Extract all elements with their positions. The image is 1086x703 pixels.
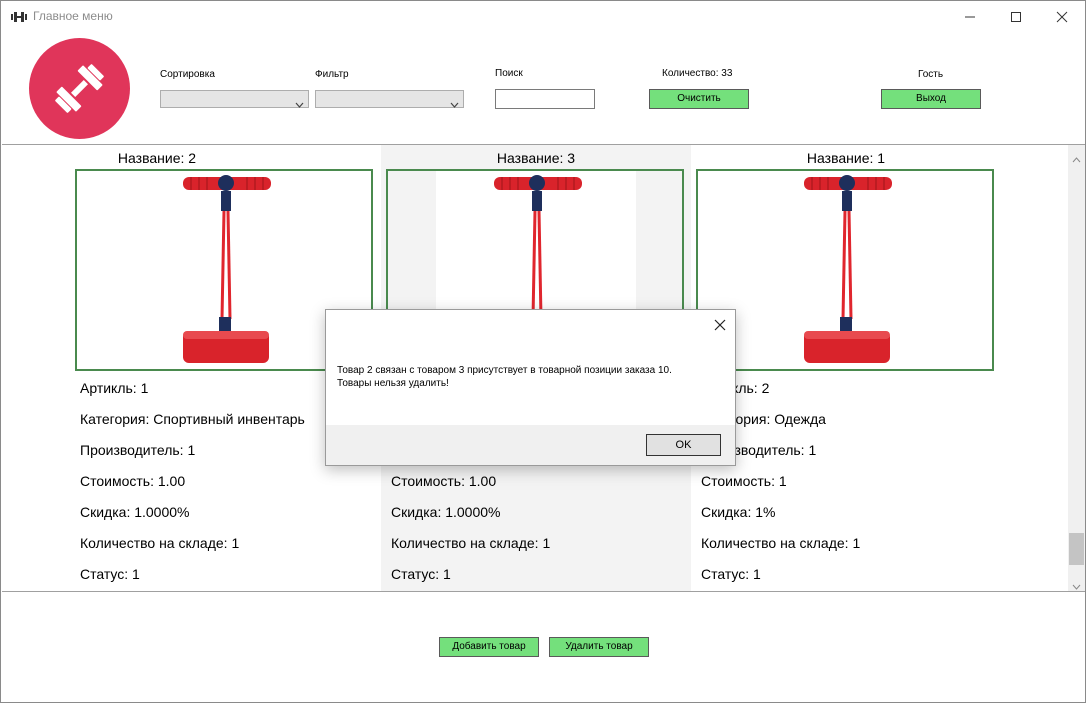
dumbbell-logo-icon xyxy=(55,64,104,113)
product-card[interactable]: Название: 2 Артикль: 1 Категория: Спорти… xyxy=(2,145,373,591)
product-stock: Количество на складе: 1 xyxy=(391,535,551,551)
product-image xyxy=(696,169,994,371)
count-label: Количество: 33 xyxy=(662,68,733,79)
ok-button[interactable]: OK xyxy=(646,434,721,456)
chevron-down-icon[interactable] xyxy=(1072,577,1081,591)
product-stock: Количество на складе: 1 xyxy=(80,535,240,551)
product-article: Артикль: 1 xyxy=(80,380,149,396)
product-status: Статус: 1 xyxy=(701,566,761,582)
product-price: Стоимость: 1.00 xyxy=(80,473,186,489)
filter-combobox[interactable] xyxy=(315,90,464,108)
title-bar[interactable]: Главное меню xyxy=(1,1,1085,32)
dumbbell-icon xyxy=(11,10,27,22)
product-price: Стоимость: 1.00 xyxy=(391,473,497,489)
maximize-button[interactable] xyxy=(993,1,1039,32)
clear-button[interactable]: Очистить xyxy=(649,89,749,109)
exit-button[interactable]: Выход xyxy=(881,89,981,109)
chevron-down-icon xyxy=(295,95,304,113)
window-title: Главное меню xyxy=(33,9,113,23)
search-input[interactable] xyxy=(495,89,595,109)
add-product-button[interactable]: Добавить товар xyxy=(439,637,539,657)
filter-label: Фильтр xyxy=(315,69,349,80)
search-label: Поиск xyxy=(495,68,523,79)
dialog-close-button[interactable] xyxy=(712,317,728,333)
footer-panel: Добавить товар Удалить товар xyxy=(1,591,1085,702)
product-stock: Количество на складе: 1 xyxy=(701,535,861,551)
product-category: Категория: Спортивный инвентарь xyxy=(80,411,305,427)
dialog-message: Товар 2 связан с товаром 3 присутствует … xyxy=(337,365,672,389)
sort-combobox[interactable] xyxy=(160,90,309,108)
message-dialog: Товар 2 связан с товаром 3 присутствует … xyxy=(325,309,736,466)
product-manufacturer: Производитель: 1 xyxy=(80,442,196,458)
scrollbar-thumb[interactable] xyxy=(1069,533,1084,565)
delete-product-button[interactable]: Удалить товар xyxy=(549,637,649,657)
logo xyxy=(29,38,130,139)
product-card[interactable]: Название: 1 Артикль: 2 xyxy=(691,145,1001,591)
user-label: Гость xyxy=(918,69,944,80)
product-name: Название: 1 xyxy=(806,150,886,166)
close-icon xyxy=(714,319,726,331)
product-discount: Скидка: 1.0000% xyxy=(80,504,190,520)
product-status: Статус: 1 xyxy=(391,566,451,582)
chevron-down-icon xyxy=(450,95,459,113)
product-status: Статус: 1 xyxy=(80,566,140,582)
chevron-up-icon[interactable] xyxy=(1072,150,1081,168)
product-discount: Скидка: 1% xyxy=(701,504,776,520)
sort-label: Сортировка xyxy=(160,69,215,80)
close-button[interactable] xyxy=(1039,1,1085,32)
header-panel: Сортировка Фильтр Поиск Количество: 33 О… xyxy=(1,32,1085,144)
vertical-scrollbar[interactable] xyxy=(1068,145,1085,591)
product-name: Название: 2 xyxy=(117,150,197,166)
product-name: Название: 3 xyxy=(496,150,576,166)
product-price: Стоимость: 1 xyxy=(701,473,787,489)
product-discount: Скидка: 1.0000% xyxy=(391,504,501,520)
minimize-button[interactable] xyxy=(947,1,993,32)
